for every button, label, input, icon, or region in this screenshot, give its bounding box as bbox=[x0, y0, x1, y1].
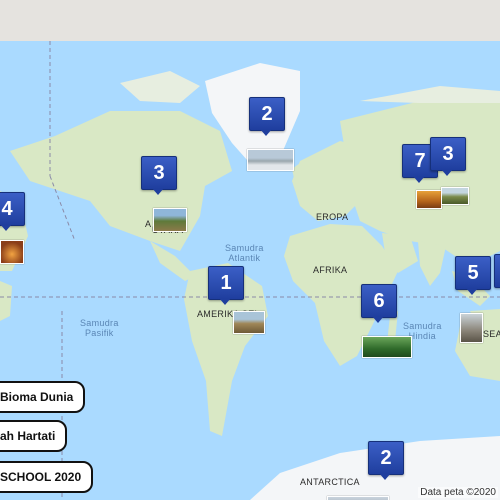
map-top-bar bbox=[0, 0, 500, 41]
card-title[interactable]: Bioma Dunia bbox=[0, 381, 86, 413]
marker-cluster-edge[interactable] bbox=[494, 254, 500, 294]
marker-cluster-antarctica[interactable]: 2 bbox=[368, 441, 404, 481]
label-pacific: Samudra Pasifik bbox=[80, 318, 119, 338]
world-map[interactable]: EROPA AFRIKA AMERIKA SEL A UTARA ANTARCT… bbox=[0, 41, 500, 500]
label-europe: EROPA bbox=[316, 212, 349, 222]
photo-thumbnail[interactable] bbox=[327, 496, 389, 500]
marker-cluster-russia-east[interactable]: 3 bbox=[430, 137, 466, 177]
photo-thumbnail[interactable] bbox=[247, 149, 294, 171]
marker-cluster-south-america[interactable]: 1 bbox=[208, 266, 244, 306]
photo-thumbnail[interactable] bbox=[441, 187, 469, 205]
label-africa: AFRIKA bbox=[313, 265, 348, 275]
label-atlantic: Samudra Atlantik bbox=[225, 243, 264, 263]
photo-thumbnail[interactable] bbox=[0, 240, 24, 264]
photo-thumbnail[interactable] bbox=[416, 190, 442, 209]
photo-thumbnail[interactable] bbox=[460, 313, 483, 343]
marker-cluster-north-america[interactable]: 3 bbox=[141, 156, 177, 196]
label-antarctica: ANTARCTICA bbox=[300, 477, 360, 487]
marker-cluster-asia[interactable]: 5 bbox=[455, 256, 491, 296]
card-author[interactable]: ah Hartati bbox=[0, 420, 68, 452]
marker-cluster-greenland[interactable]: 2 bbox=[249, 97, 285, 137]
north-america-land bbox=[10, 111, 232, 251]
label-sea: SEA bbox=[483, 329, 500, 339]
marker-cluster-west-america[interactable]: 4 bbox=[0, 192, 25, 232]
photo-thumbnail[interactable] bbox=[153, 208, 187, 232]
map-attribution: Data peta ©2020 bbox=[418, 487, 498, 498]
photo-thumbnail[interactable] bbox=[233, 311, 265, 334]
label-north-america: A bbox=[145, 219, 152, 229]
marker-cluster-africa[interactable]: 6 bbox=[361, 284, 397, 324]
photo-thumbnail[interactable] bbox=[362, 336, 412, 358]
card-school[interactable]: SCHOOL 2020 bbox=[0, 461, 94, 493]
